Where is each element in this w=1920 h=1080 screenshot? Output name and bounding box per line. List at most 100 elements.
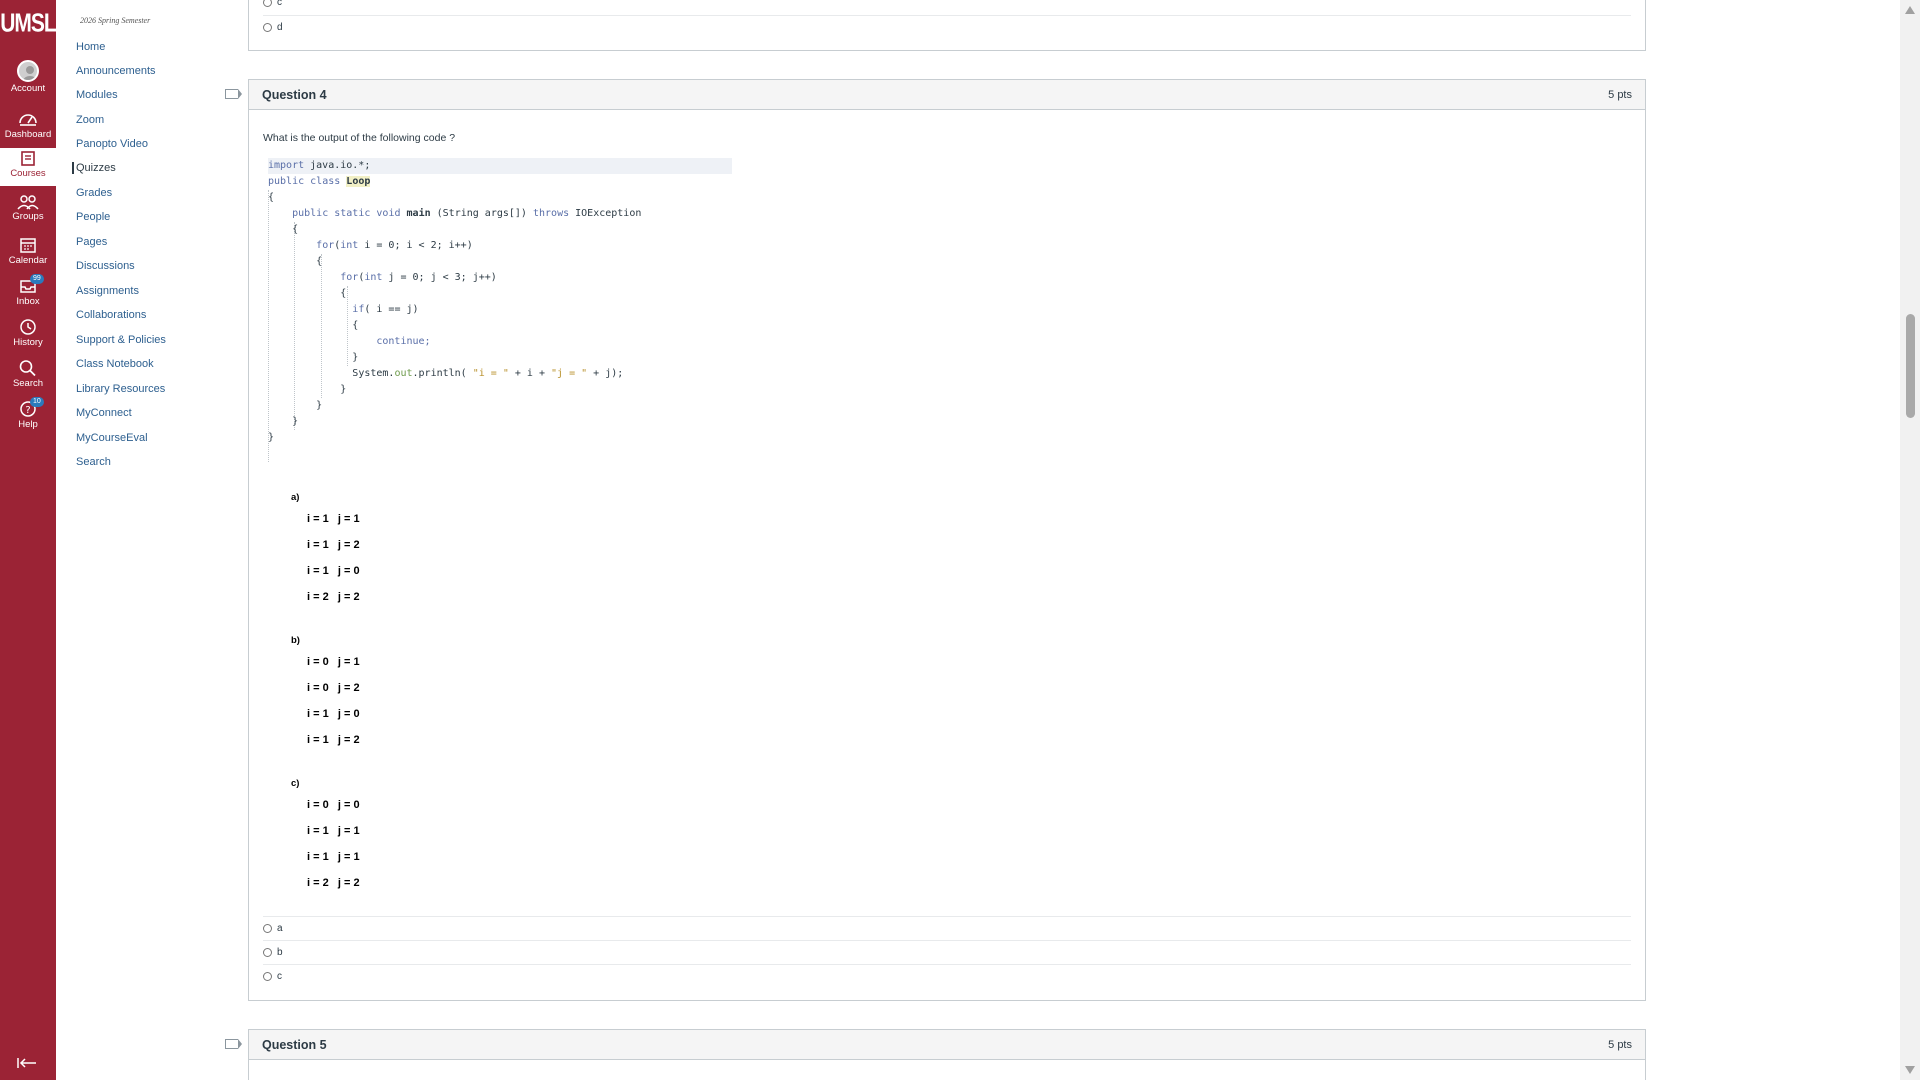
radio-button[interactable] [263,948,272,957]
question-header: Question 5 5 pts [249,1030,1645,1060]
radio-button[interactable] [263,924,272,933]
code-line: for(int j = 0; j < 3; j++) [340,272,497,283]
course-nav-home[interactable]: Home [76,41,105,53]
radio-button[interactable] [263,23,272,32]
course-nav-modules[interactable]: Modules [76,89,118,101]
option-c-line: i = 0 j = 0 [307,799,360,811]
course-nav-myconnect[interactable]: MyConnect [76,407,132,419]
option-c-line: i = 2 j = 2 [307,877,360,889]
answer-option-a[interactable]: a [263,916,1631,939]
search-icon [19,360,36,377]
code-line: System.out.println( "i = " + i + "j = " … [352,368,624,379]
option-b-line: i = 1 j = 0 [307,708,360,720]
code-line: } [292,416,299,427]
code-line: { [268,192,275,203]
scroll-down-arrow-icon[interactable] [1905,1066,1915,1074]
global-nav-label: Courses [10,168,46,179]
scroll-up-arrow-icon[interactable] [1905,6,1915,14]
answer-option-c[interactable]: c [263,964,1631,987]
code-line: { [292,224,299,235]
course-nav-announcements[interactable]: Announcements [76,65,156,77]
question-prompt: What is the output of the following code… [263,132,456,144]
code-line: { [352,320,359,331]
inbox-badge: 99 [30,274,44,284]
code-line: import java.io.*; [268,158,732,174]
global-nav-label: Help [18,419,38,430]
global-nav-calendar[interactable]: Calendar [0,236,56,278]
global-nav-history[interactable]: History [0,318,56,360]
calendar-icon [20,238,36,253]
question-3-card: c d [248,0,1646,51]
history-icon [20,319,36,335]
course-nav-people[interactable]: People [76,211,110,223]
global-nav-label: Dashboard [4,129,52,140]
course-navigation: 2026 Spring Semester Home Announcements … [56,0,246,1080]
svg-text:?: ? [25,405,30,416]
code-line: } [268,432,275,443]
global-nav-label: Search [12,378,44,389]
course-nav-grades[interactable]: Grades [76,187,112,199]
course-nav-library-resources[interactable]: Library Resources [76,383,165,395]
code-line: public static void main (String args[]) … [292,208,642,219]
option-c-letter: c) [291,778,300,789]
flag-question-5-icon[interactable] [225,1039,242,1049]
option-a-line: i = 1 j = 2 [307,539,360,551]
dashboard-icon [19,114,37,126]
question-points: 5 pts [1608,1039,1632,1051]
answer-option-c[interactable]: c [263,0,1631,14]
global-nav-help[interactable]: ? 10 Help [0,397,56,442]
code-line: if( i == j) [352,304,419,315]
question-5-card: Question 5 5 pts [248,1029,1646,1080]
course-nav-mycourseeval[interactable]: MyCourseEval [76,432,148,444]
option-b-letter: b) [291,635,300,646]
code-line: } [352,352,359,363]
collapse-arrow-icon [17,1058,36,1068]
option-a-line: i = 1 j = 0 [307,565,360,577]
radio-button[interactable] [263,0,272,7]
question-4-card: Question 4 5 pts What is the output of t… [248,79,1646,1001]
answer-label: a [277,923,283,934]
answer-label: c [277,971,282,982]
course-nav-discussions[interactable]: Discussions [76,260,135,272]
global-nav-groups[interactable]: Groups [0,194,56,236]
page-scrollbar[interactable] [1900,0,1920,1080]
code-line: } [316,400,323,411]
account-icon [17,60,39,82]
option-b-line: i = 0 j = 2 [307,682,360,694]
course-nav-search[interactable]: Search [76,456,111,468]
course-nav-panopto-video[interactable]: Panopto Video [76,138,148,150]
courses-icon [21,151,35,166]
code-block: import java.io.*; public class Loop { pu… [268,158,732,462]
course-nav-quizzes[interactable]: Quizzes [72,162,116,174]
flag-question-4-icon[interactable] [225,89,242,99]
course-nav-assignments[interactable]: Assignments [76,285,139,297]
answer-label: b [277,947,283,958]
option-a-letter: a) [291,492,300,503]
global-nav-courses[interactable]: Courses [0,148,56,186]
global-nav-dashboard[interactable]: Dashboard [0,110,56,152]
option-b-line: i = 0 j = 1 [307,656,360,668]
global-nav-inbox[interactable]: 99 Inbox [0,274,56,319]
question-header: Question 4 5 pts [249,80,1645,110]
scroll-thumb[interactable] [1906,314,1915,418]
answer-label: c [277,0,282,8]
course-nav-pages[interactable]: Pages [76,236,107,248]
answer-option-b[interactable]: b [263,940,1631,963]
global-nav-search[interactable]: Search [0,359,56,401]
course-nav-support-policies[interactable]: Support & Policies [76,334,166,346]
code-line: } [340,384,347,395]
course-nav-zoom[interactable]: Zoom [76,114,104,126]
course-nav-class-notebook[interactable]: Class Notebook [76,358,154,370]
course-nav-collaborations[interactable]: Collaborations [76,309,146,321]
global-nav-label: Account [10,83,46,94]
umsl-logo[interactable]: UMSL [0,9,57,39]
radio-button[interactable] [263,972,272,981]
collapse-nav-button[interactable] [16,1056,38,1074]
answer-option-d[interactable]: d [263,15,1631,38]
quiz-content: c d Question 4 5 pts What is the output … [225,0,1900,1080]
global-nav-account[interactable]: Account [0,60,56,102]
code-line: for(int i = 0; i < 2; i++) [316,240,473,251]
code-line: public class Loop [268,176,371,187]
option-c-line: i = 1 j = 1 [307,825,360,837]
global-nav-label: Inbox [16,296,40,307]
